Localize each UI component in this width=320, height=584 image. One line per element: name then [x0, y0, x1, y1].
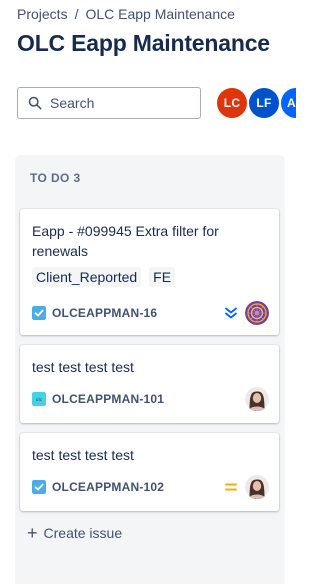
issue-footer: OLCEAPPMAN-102 [32, 475, 269, 499]
issue-footer: olc OLCEAPPMAN-101 [32, 387, 269, 411]
board-column-todo: TO DO 3 Eapp - #099945 Extra filter for … [15, 155, 285, 584]
issue-title: test test test test [32, 359, 134, 375]
breadcrumb-project-link[interactable]: OLC Eapp Maintenance [85, 6, 234, 22]
assignee-avatar[interactable] [245, 301, 269, 325]
breadcrumb-separator: / [74, 6, 79, 22]
column-title: TO DO 3 [30, 171, 81, 185]
search-icon [28, 96, 42, 110]
issue-card[interactable]: Eapp - #099945 Extra filter for renewals… [20, 209, 279, 335]
issue-key[interactable]: OLCEAPPMAN-16 [52, 306, 157, 320]
search-box[interactable] [17, 87, 201, 119]
issue-title: test test test test [32, 447, 134, 463]
issue-card[interactable]: test test test test olc OLCEAPPMAN-101 [20, 345, 279, 423]
issue-labels: Client_Reported FE [32, 267, 176, 287]
assignee-avatar-group: LC LF AC [215, 86, 296, 120]
avatar-ac[interactable]: AC [279, 86, 296, 120]
issue-key[interactable]: OLCEAPPMAN-101 [52, 392, 164, 406]
person-photo-icon [245, 475, 269, 499]
assignee-avatar[interactable] [245, 387, 269, 411]
issue-card[interactable]: test test test test OLCEAPPMAN-102 [20, 433, 279, 511]
avatar-lc[interactable]: LC [215, 86, 249, 120]
checkbox-task-icon [32, 480, 46, 494]
checkbox-task-icon [32, 306, 46, 320]
search-input[interactable] [50, 95, 190, 111]
issue-label: Client_Reported [32, 267, 142, 287]
mandala-avatar-icon [245, 301, 269, 325]
create-issue-button[interactable]: + Create issue [27, 523, 123, 543]
plus-icon: + [27, 523, 38, 543]
olc-project-icon: olc [32, 392, 46, 406]
create-issue-label: Create issue [43, 525, 123, 541]
page-title: OLC Eapp Maintenance [17, 30, 270, 56]
issue-title: Eapp - #099945 Extra filter for renewals [32, 223, 219, 259]
svg-text:olc: olc [36, 397, 43, 403]
avatar-lf[interactable]: LF [247, 86, 281, 120]
issue-label: FE [149, 267, 176, 287]
issue-key[interactable]: OLCEAPPMAN-102 [52, 480, 164, 494]
medium-priority-icon [225, 483, 237, 491]
assignee-avatar[interactable] [245, 475, 269, 499]
person-photo-icon [245, 387, 269, 411]
breadcrumb-projects-link[interactable]: Projects [17, 6, 68, 22]
issue-footer: OLCEAPPMAN-16 [32, 301, 269, 325]
lowest-priority-icon [225, 307, 237, 319]
breadcrumb: Projects / OLC Eapp Maintenance [17, 6, 235, 22]
